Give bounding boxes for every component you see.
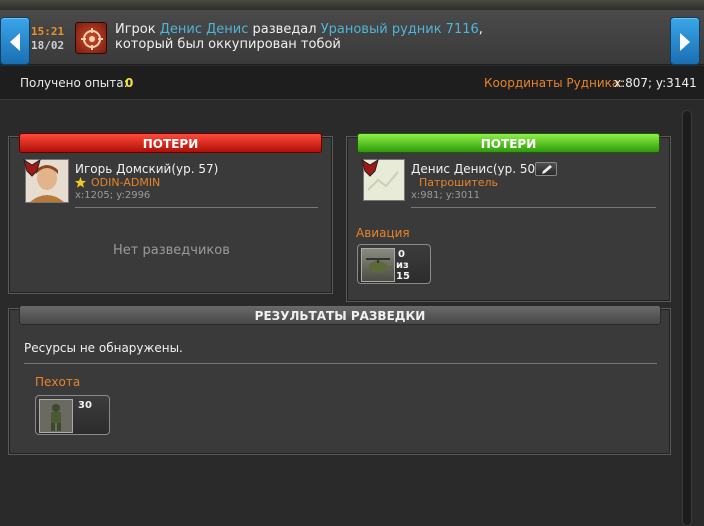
right-panel-title: ПОТЕРИ — [357, 133, 660, 153]
aviation-section-label: Авиация — [356, 226, 410, 240]
crosshair-icon — [81, 28, 103, 50]
aviation-total: 15 — [396, 271, 410, 282]
star-icon — [75, 177, 86, 188]
message-prefix: Игрок — [115, 22, 160, 37]
defender-coords[interactable]: x:981; y:3011 — [411, 190, 480, 201]
results-title: РЕЗУЛЬТАТЫ РАЗВЕДКИ — [19, 305, 661, 325]
results-divider — [24, 363, 657, 364]
helicopter-unit-icon — [361, 248, 395, 282]
soldier-unit-icon — [39, 399, 73, 433]
mine-coords-label: Координаты Рудника: — [484, 76, 624, 90]
infantry-section-label: Пехота — [35, 375, 81, 389]
mine-link[interactable]: Урановый рудник 7116 — [321, 22, 479, 37]
aviation-of-label: из — [396, 260, 409, 271]
aviation-lost: 0 — [398, 249, 405, 260]
alliance-badge-icon — [23, 159, 41, 177]
event-timestamp: 15:21 18/02 — [31, 25, 64, 53]
edit-icon — [542, 165, 552, 174]
info-bar: Получено опыта: 0 Координаты Рудника: x:… — [0, 66, 704, 100]
scrollbar[interactable] — [682, 110, 692, 526]
arrow-right-icon — [680, 33, 690, 51]
event-header: 15:21 18/02 Игрок Денис Денис разведал У… — [0, 10, 704, 65]
panel-divider — [75, 207, 318, 208]
defender-losses-panel: ПОТЕРИ Денис Денис(ур. 50) Патрошитель x… — [346, 133, 671, 302]
no-scouts-text: Нет разведчиков — [113, 243, 230, 258]
next-event-button[interactable] — [670, 17, 700, 65]
attacker-clan[interactable]: ODIN-ADMIN — [91, 176, 160, 189]
resources-status: Ресурсы не обнаружены. — [24, 341, 183, 355]
message-mid: разведал — [248, 22, 321, 37]
attacker-name[interactable]: Игорь Домский(ур. 57) — [75, 162, 218, 176]
left-panel-title: ПОТЕРИ — [19, 133, 322, 153]
defender-clan[interactable]: Патрошитель — [419, 176, 498, 189]
prev-event-button[interactable] — [0, 17, 30, 65]
edit-button[interactable] — [535, 162, 557, 176]
panel-divider — [411, 207, 656, 208]
exp-value: 0 — [125, 76, 134, 90]
event-message: Игрок Денис Денис разведал Урановый рудн… — [115, 22, 495, 52]
event-time: 15:21 — [31, 25, 65, 38]
scout-event-icon — [75, 22, 107, 54]
alliance-badge-icon — [361, 159, 379, 177]
attacker-losses-panel: ПОТЕРИ Игорь Домский(ур. 57) ODIN-ADMIN … — [8, 133, 333, 294]
exp-label: Получено опыта: — [20, 76, 128, 90]
aviation-unit-card[interactable]: 0 из 15 — [357, 244, 431, 284]
mine-coords-value[interactable]: x:807; y:3141 — [614, 76, 697, 90]
infantry-unit-card[interactable]: 30 — [35, 395, 110, 435]
event-date: 18/02 — [31, 39, 65, 52]
attacker-coords[interactable]: x:1205; y:2996 — [75, 190, 150, 201]
defender-name[interactable]: Денис Денис(ур. 50) — [411, 162, 540, 176]
top-strip — [0, 0, 704, 10]
player-link[interactable]: Денис Денис — [160, 22, 249, 37]
infantry-count: 30 — [78, 400, 92, 411]
scout-results-panel: РЕЗУЛЬТАТЫ РАЗВЕДКИ Ресурсы не обнаружен… — [8, 305, 671, 455]
arrow-left-icon — [10, 33, 20, 51]
